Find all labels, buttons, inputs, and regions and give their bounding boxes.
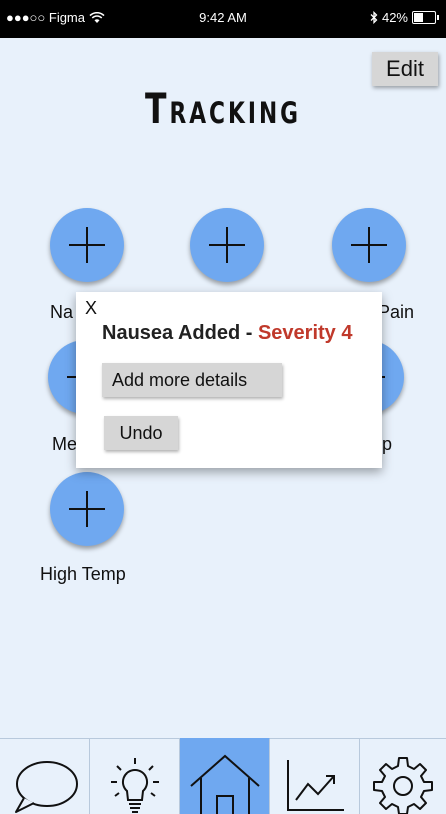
tracker-label-nausea: Na (50, 302, 74, 322)
tracker-label-high-temp: High Temp (40, 564, 126, 584)
tracker-label-meds: Me (52, 434, 78, 454)
tracker-label-temp: p (382, 434, 393, 454)
add-tracker-button-pain[interactable] (332, 208, 406, 282)
plus-icon (69, 491, 105, 527)
undo-button[interactable]: Undo (104, 416, 178, 450)
bluetooth-icon (370, 11, 378, 24)
battery-icon (412, 11, 439, 24)
battery-percent: 42% (381, 10, 408, 25)
confirmation-message: Nausea Added - Severity 4 (102, 322, 352, 345)
add-tracker-button-nausea[interactable] (50, 208, 124, 282)
tab-tips[interactable] (90, 738, 180, 814)
gear-icon (373, 757, 433, 814)
tab-chat[interactable] (0, 738, 90, 814)
trend-chart-icon (286, 760, 344, 811)
phone-screen: ●●●○○ Figma 9:42 AM 42% Edit Tracking Na… (0, 0, 446, 814)
edit-button[interactable]: Edit (372, 52, 438, 86)
tab-bar (0, 738, 446, 814)
severity-label: Severity 4 (257, 322, 353, 344)
close-button[interactable]: X (85, 298, 97, 319)
tab-trends[interactable] (270, 738, 360, 814)
home-icon (189, 754, 260, 814)
add-tracker-button[interactable] (190, 208, 264, 282)
clock: 9:42 AM (199, 10, 247, 25)
status-bar: ●●●○○ Figma 9:42 AM 42% (0, 0, 446, 38)
add-tracker-button-high-temp[interactable] (50, 472, 124, 546)
plus-icon (351, 227, 387, 263)
plus-icon (69, 227, 105, 263)
page-title: Tracking (144, 84, 302, 133)
confirmation-dialog: X Nausea Added - Severity 4 Add more det… (76, 292, 382, 468)
message-text: Nausea Added - (102, 322, 258, 344)
tab-home[interactable] (180, 738, 270, 814)
speech-bubble-icon (14, 761, 78, 813)
tab-settings[interactable] (360, 738, 446, 814)
add-details-button[interactable]: Add more details (102, 363, 282, 397)
tracker-label-pain: Pain (378, 302, 415, 322)
plus-icon (209, 227, 245, 263)
lightbulb-icon (110, 758, 159, 813)
